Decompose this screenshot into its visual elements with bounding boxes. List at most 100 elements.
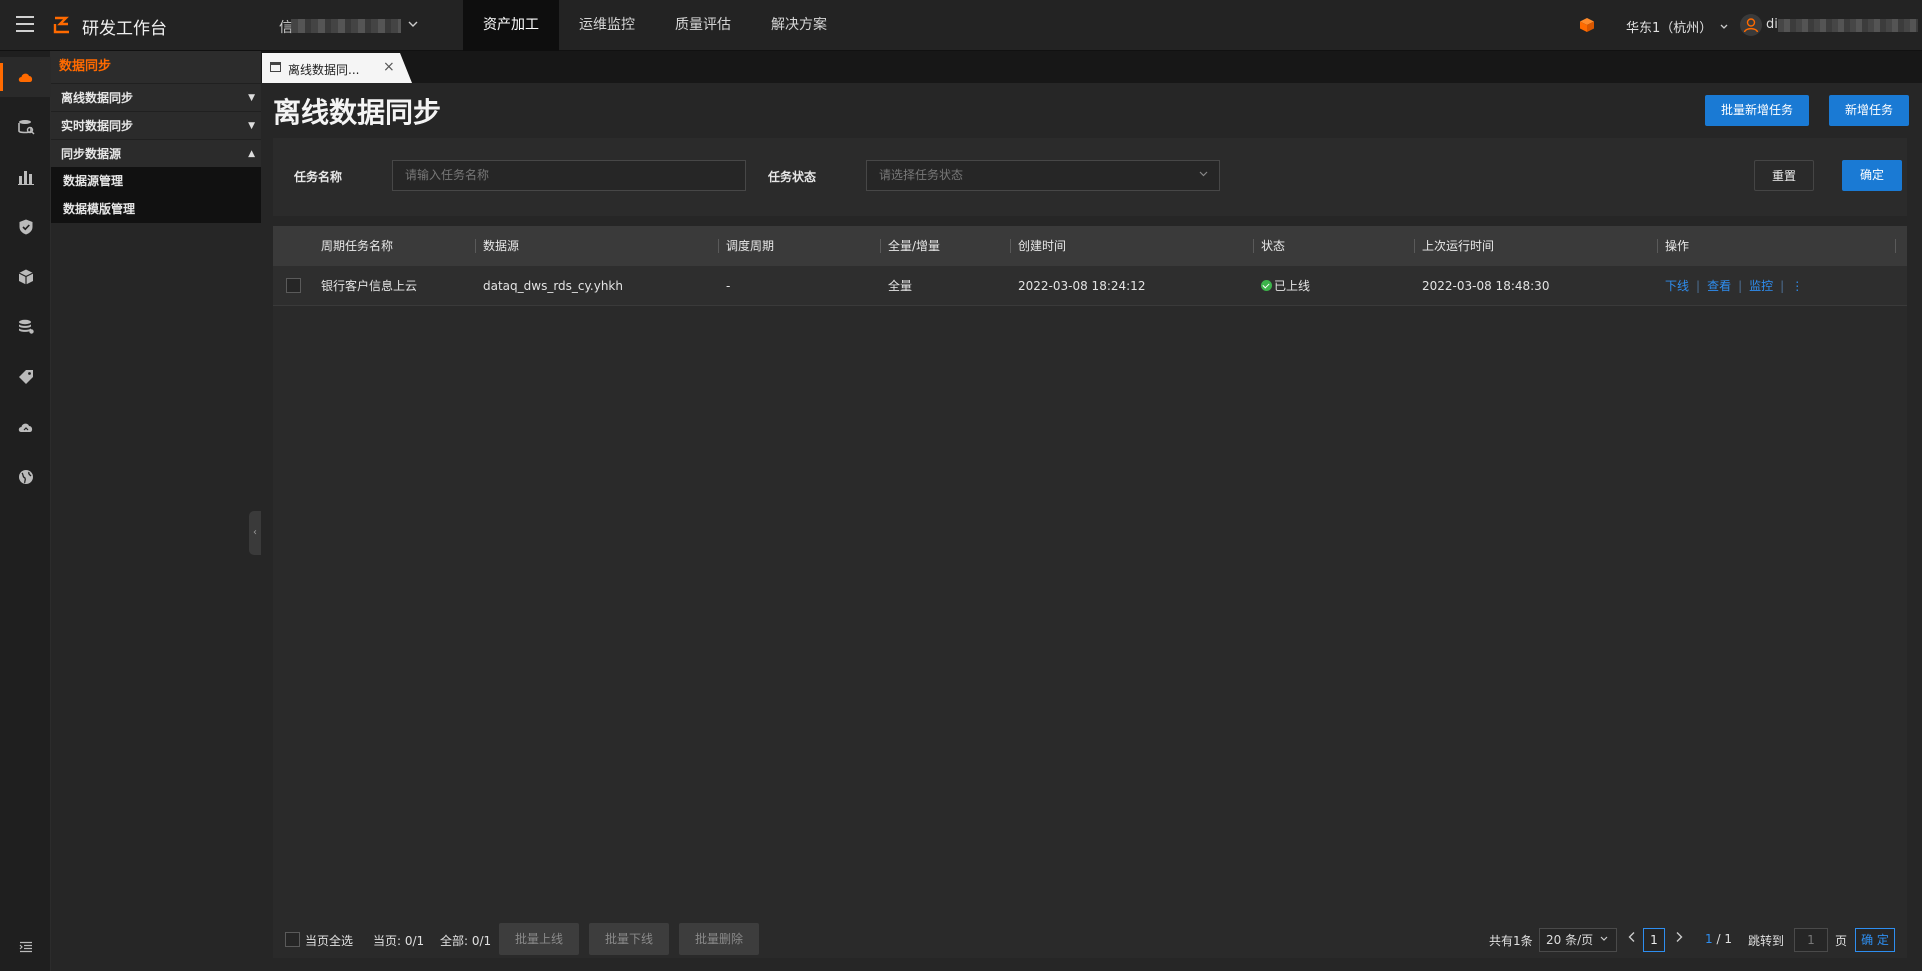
jump-confirm-button[interactable]: 确 定 [1855,928,1895,952]
sidebar-group-realtime-sync[interactable]: 实时数据同步 ▼ [51,111,261,139]
rail-analytics[interactable] [0,157,51,197]
sidebar-item-template-management[interactable]: 数据模版管理 [51,195,261,223]
page-indicator-total: / 1 [1716,932,1732,946]
action-separator: | [1780,279,1785,293]
nav-ops-monitoring[interactable]: 运维监控 [559,0,655,51]
monitor-action-link[interactable]: 监控 [1749,279,1773,293]
task-name-input[interactable]: 请输入任务名称 [392,160,746,191]
page-unit-label: 页 [1835,934,1848,948]
jump-to-label: 跳转到 [1748,934,1785,948]
total-records: 共有1条 [1489,934,1533,948]
nav-solutions[interactable]: 解决方案 [751,0,847,51]
rail-data-search[interactable] [0,107,51,147]
chevron-down-icon [1720,24,1728,29]
last-run-cell: 2022-03-08 18:48:30 [1422,279,1550,293]
confirm-button[interactable]: 确定 [1842,160,1902,191]
add-task-button[interactable]: 新增任务 [1829,95,1909,126]
status-text: 已上线 [1274,279,1311,293]
total-selected-count: 全部: 0/1 [440,934,492,948]
region-selector[interactable]: 华东1（杭州） [1626,17,1729,36]
action-separator: | [1738,279,1743,293]
actions-cell: 下线 | 查看 | 监控 | ⋮ [1665,266,1803,306]
menu-icon[interactable] [16,16,34,32]
batch-add-task-button[interactable]: 批量新增任务 [1705,95,1809,126]
rail-packages[interactable] [0,257,51,297]
close-icon[interactable]: × [383,59,395,75]
check-circle-icon [1261,280,1272,291]
tab-label: 离线数据同... [288,63,360,77]
cube-icon[interactable] [1579,17,1595,33]
current-page-button[interactable]: 1 [1643,928,1665,952]
chevron-left-icon: ‹ [253,527,257,538]
column-header: 上次运行时间 [1413,226,1494,266]
column-header: 调度周期 [717,226,774,266]
tab-offline-sync[interactable]: 离线数据同... × [262,53,412,83]
datasource-cell: dataq_dws_rds_cy.yhkh [483,279,623,293]
more-icon[interactable]: ⋮ [1791,279,1803,293]
select-all-label[interactable]: 当页全选 [305,932,353,949]
rail-database[interactable] [0,307,51,347]
workspace-selector[interactable]: 信 [279,16,419,36]
rail-expand[interactable] [0,927,51,967]
avatar[interactable] [1740,14,1762,36]
table-row[interactable]: 银行客户信息上云 dataq_dws_rds_cy.yhkh - 全量 2022… [273,266,1907,306]
select-all-checkbox[interactable] [285,932,300,947]
globe-icon [18,470,33,484]
page-selected-count: 当页: 0/1 [373,934,425,948]
page-size-value: 20 条/页 [1546,933,1594,947]
page-indicator-current: 1 [1705,932,1713,946]
schedule-cell: - [726,279,731,293]
rail-data-sync[interactable] [0,57,51,97]
page-size-select[interactable]: 20 条/页 [1539,928,1617,952]
nav-asset-processing[interactable]: 资产加工 [463,0,559,51]
table-header: 周期任务名称 数据源 调度周期 全量/增量 创建时间 状态 上次运行时间 操作 [273,226,1907,266]
column-header: 创建时间 [1009,226,1066,266]
column-header: 状态 [1252,226,1285,266]
task-status-select[interactable]: 请选择任务状态 [866,160,1220,191]
caret-down-icon: ▼ [248,121,255,131]
sidebar-group-sync-datasource[interactable]: 同步数据源 ▲ [51,139,261,167]
task-status-label: 任务状态 [768,170,817,184]
task-name-cell[interactable]: 银行客户信息上云 [321,266,417,306]
cloud-icon [18,423,32,432]
rail-cloud[interactable] [0,407,51,447]
task-table: 周期任务名称 数据源 调度周期 全量/增量 创建时间 状态 上次运行时间 操作 … [273,226,1907,926]
jump-page-input[interactable]: 1 [1794,928,1828,952]
status-cell: 已上线 [1261,266,1310,306]
database-icon [18,319,34,334]
sidebar-item-datasource-management[interactable]: 数据源管理 [51,167,261,195]
task-status-placeholder: 请选择任务状态 [879,168,964,182]
bar-chart-icon [17,171,34,185]
sidebar-group-label: 离线数据同步 [61,91,134,105]
app-title: 研发工作台 [82,19,167,39]
page-indicator: 1 / 1 [1705,932,1732,946]
rail-global[interactable] [0,457,51,497]
cloud-sync-icon [18,73,32,82]
offline-action-link[interactable]: 下线 [1665,279,1689,293]
next-page-icon[interactable] [1674,931,1684,946]
sub-sidebar: 数据同步 离线数据同步 ▼ 实时数据同步 ▼ 同步数据源 ▲ 数据源管理 数据模… [51,51,261,971]
sidebar-collapse-handle[interactable]: ‹ [249,511,261,555]
icon-rail [0,51,51,971]
view-action-link[interactable]: 查看 [1707,279,1731,293]
sidebar-section-title: 数据同步 [51,51,261,83]
batch-offline-button[interactable]: 批量下线 [589,923,669,955]
batch-delete-button[interactable]: 批量删除 [679,923,759,955]
nav-quality-assessment[interactable]: 质量评估 [655,0,751,51]
task-name-label: 任务名称 [294,170,343,184]
indent-icon [19,941,32,953]
chevron-down-icon [407,18,419,33]
rail-security[interactable] [0,207,51,247]
tag-icon [18,370,33,384]
row-checkbox[interactable] [286,278,301,293]
prev-page-icon[interactable] [1627,931,1637,946]
rail-tags[interactable] [0,357,51,397]
sidebar-group-offline-sync[interactable]: 离线数据同步 ▼ [51,83,261,111]
table-footer: 当页全选 当页: 0/1 全部: 0/1 批量上线 批量下线 批量删除 共有1条… [273,922,1907,958]
user-name[interactable]: di [1766,17,1778,32]
window-icon [270,62,281,72]
reset-button[interactable]: 重置 [1754,160,1814,191]
caret-down-icon: ▼ [248,93,255,103]
user-name-redacted [1778,19,1918,32]
batch-online-button[interactable]: 批量上线 [499,923,579,955]
